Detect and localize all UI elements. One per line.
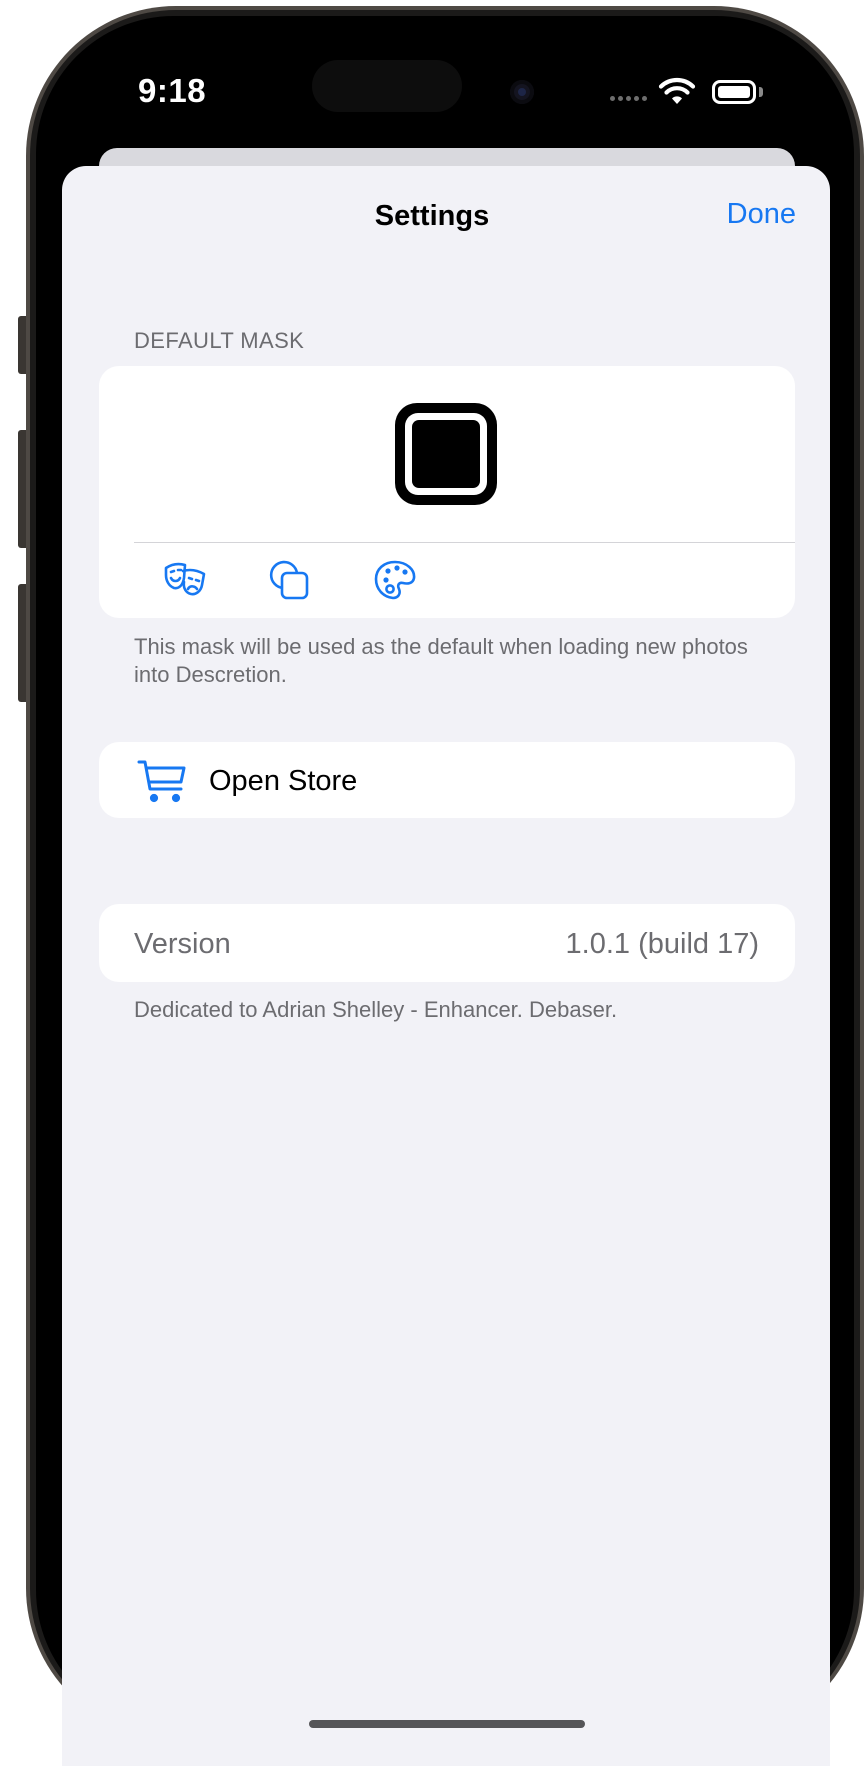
version-value: 1.0.1 (build 17) [565, 928, 759, 960]
shapes-icon [269, 560, 309, 600]
open-store-label: Open Store [209, 765, 358, 797]
wifi-icon [658, 78, 696, 104]
status-time: 9:18 [138, 72, 207, 109]
default-mask-header: DEFAULT MASK [134, 328, 305, 353]
cart-icon [137, 760, 186, 803]
shapes-button[interactable] [263, 554, 315, 606]
home-indicator [309, 1720, 585, 1728]
done-button[interactable]: Done [727, 198, 796, 231]
divider [134, 542, 795, 543]
dynamic-island [312, 60, 462, 112]
version-label: Version [134, 928, 231, 960]
camera-icon [510, 80, 534, 104]
open-store-button[interactable]: Open Store [99, 742, 795, 818]
square-mask-icon[interactable] [391, 399, 501, 509]
dedication-footer: Dedicated to Adrian Shelley - Enhancer. … [134, 997, 618, 1022]
palette-button[interactable] [369, 554, 421, 606]
signal-dots-icon [610, 96, 647, 101]
default-mask-card [99, 366, 795, 618]
default-mask-footer: This mask will be used as the default wh… [134, 634, 748, 687]
palette-icon [374, 560, 416, 600]
battery-icon [712, 80, 756, 104]
version-row: Version 1.0.1 (build 17) [99, 904, 795, 982]
theater-masks-icon [164, 562, 206, 596]
theater-masks-button[interactable] [159, 554, 211, 606]
